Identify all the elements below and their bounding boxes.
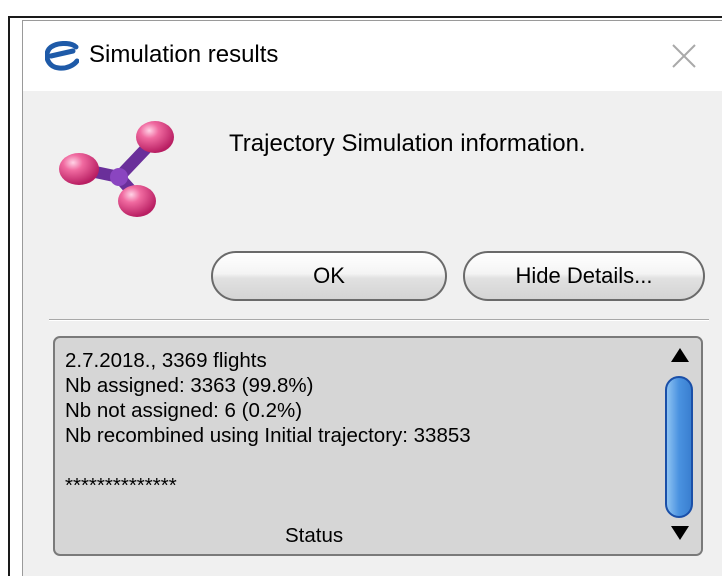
hide-details-button[interactable]: Hide Details... [463, 251, 705, 301]
close-icon [672, 44, 696, 68]
details-textbox[interactable]: 2.7.2018., 3369 flights Nb assigned: 336… [53, 336, 703, 556]
eurocontrol-e-icon [45, 41, 79, 71]
separator [49, 319, 709, 321]
details-line: 2.7.2018., 3369 flights [65, 349, 267, 372]
details-line: Nb not assigned: 6 (0.2%) [65, 399, 303, 422]
details-content[interactable]: 2.7.2018., 3369 flights Nb assigned: 336… [65, 348, 655, 554]
details-line: ************** [65, 474, 177, 497]
details-line: Nb recombined using Initial trajectory: … [65, 424, 471, 447]
scroll-up-arrow-icon[interactable] [671, 348, 689, 362]
close-button[interactable] [663, 37, 705, 75]
window-title: Simulation results [89, 41, 279, 68]
simulation-results-dialog: Simulation results Trajectory Simulation… [22, 20, 722, 576]
scroll-thumb[interactable] [665, 376, 693, 518]
molecule-logo-icon [59, 121, 174, 217]
details-line: Nb assigned: 3363 (99.8%) [65, 374, 314, 397]
screenshot-frame: Simulation results Trajectory Simulation… [8, 16, 722, 576]
details-line [65, 498, 655, 523]
details-line: Status [285, 524, 344, 547]
message-text: Trajectory Simulation information. [229, 130, 586, 157]
title-bar[interactable]: Simulation results [23, 21, 722, 91]
ok-button[interactable]: OK [211, 251, 447, 301]
vertical-scrollbar[interactable] [659, 338, 701, 554]
scroll-down-arrow-icon[interactable] [671, 526, 689, 540]
details-line [65, 448, 655, 473]
